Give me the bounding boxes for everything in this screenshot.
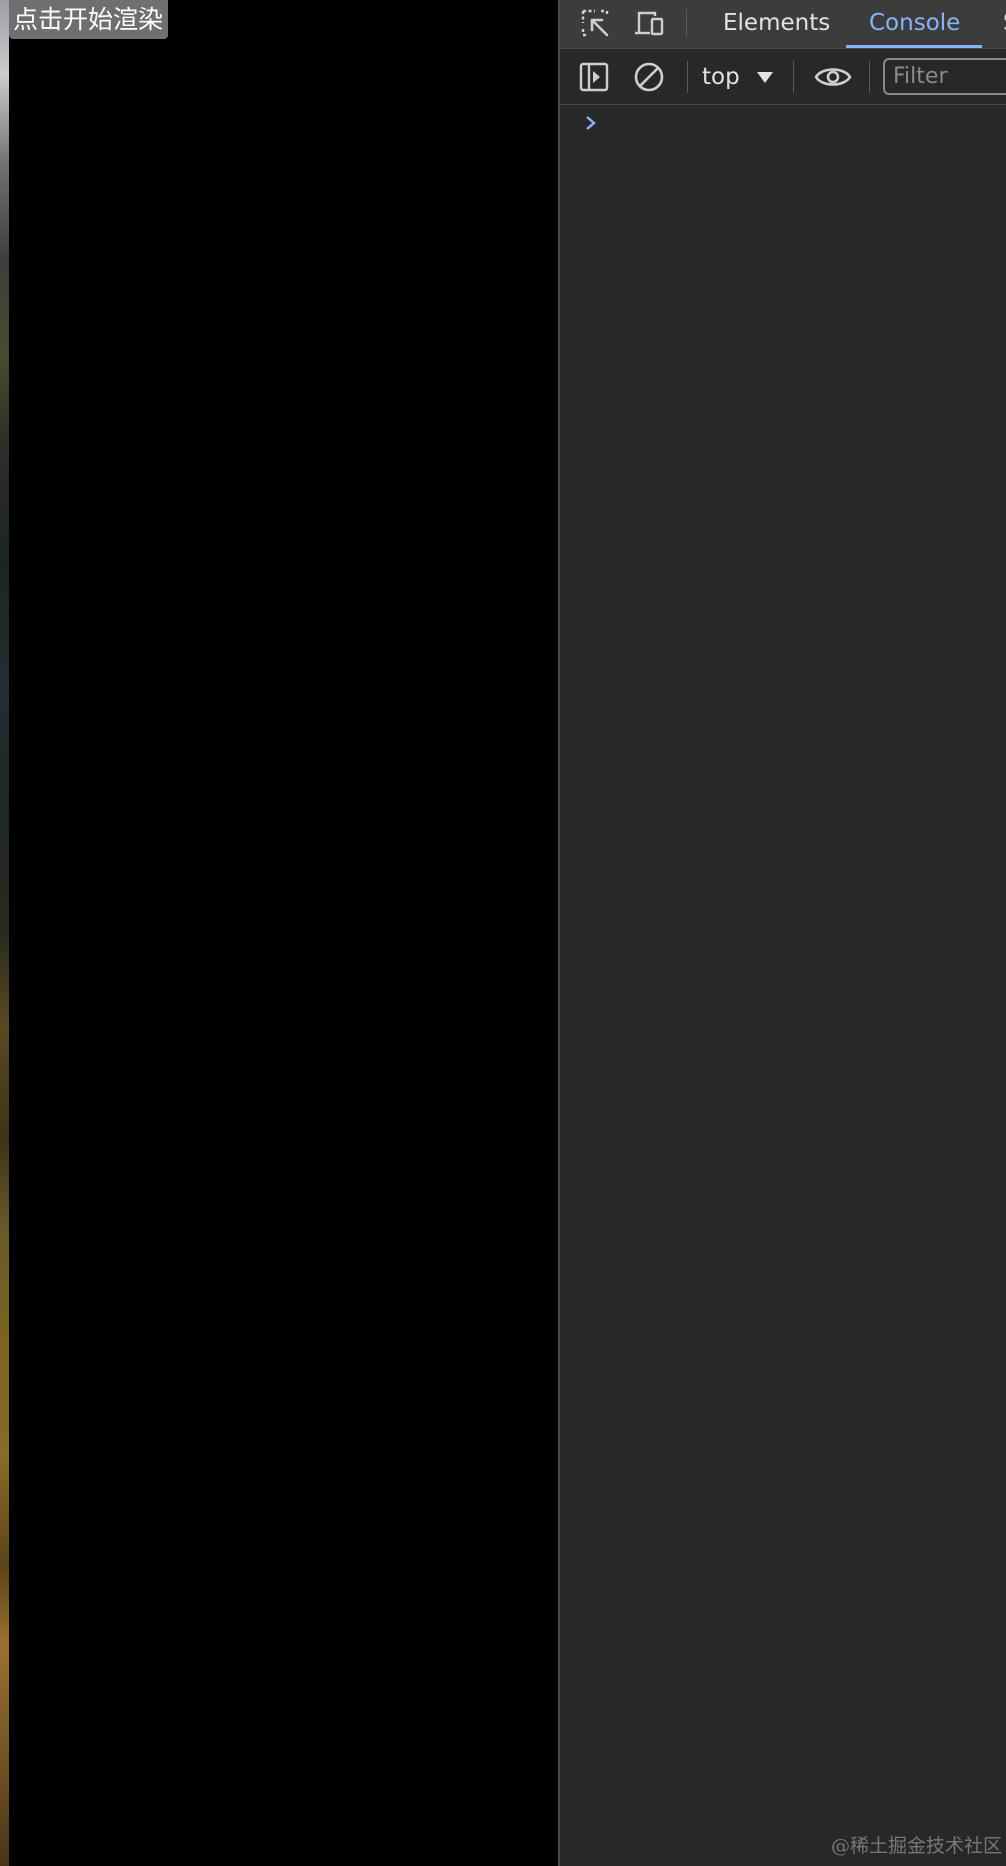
screen: 点击开始渲染 Elements Console S <box>0 0 1006 1866</box>
device-toolbar-icon[interactable] <box>632 6 666 40</box>
console-prompt-chevron-icon <box>584 113 598 137</box>
tab-console[interactable]: Console <box>869 0 960 49</box>
filter-input[interactable] <box>883 58 1006 95</box>
toolbar-separator-1 <box>687 61 688 93</box>
chevron-down-icon <box>756 71 773 83</box>
toolbar-separator-2 <box>793 61 794 93</box>
watermark: @稀土掘金技术社区 <box>830 1835 1002 1857</box>
tab-elements[interactable]: Elements <box>723 0 830 49</box>
live-expression-eye-icon[interactable] <box>812 59 854 95</box>
tabbar-separator <box>686 9 687 37</box>
context-selector-value: top <box>702 64 740 90</box>
console-output[interactable] <box>560 105 1006 1866</box>
background-image-strip <box>0 0 9 1866</box>
sidebar-toggle-icon[interactable] <box>576 59 612 95</box>
inspect-element-icon[interactable] <box>578 6 612 40</box>
console-toolbar: top <box>560 49 1006 105</box>
clear-console-icon[interactable] <box>631 59 667 95</box>
toolbar-separator-3 <box>869 61 870 93</box>
devtools-panel: Elements Console S top <box>558 0 1006 1866</box>
start-render-button[interactable]: 点击开始渲染 <box>9 0 169 39</box>
page-viewport: 点击开始渲染 <box>0 0 558 1866</box>
context-selector[interactable]: top <box>702 57 773 97</box>
active-tab-indicator <box>846 45 982 48</box>
devtools-tabbar: Elements Console S <box>560 0 1006 49</box>
